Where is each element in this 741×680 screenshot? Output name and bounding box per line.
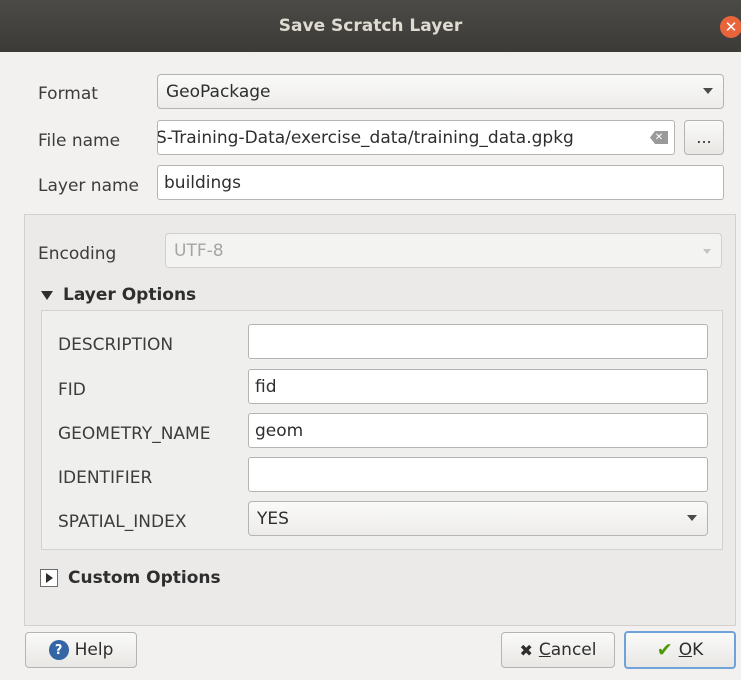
- browse-label: ...: [696, 128, 712, 147]
- geometry-name-input[interactable]: geom: [248, 413, 708, 448]
- ok-button[interactable]: ✔ OK: [624, 631, 736, 669]
- help-label: Help: [74, 640, 114, 660]
- encoding-label: Encoding: [38, 244, 117, 264]
- layername-value: buildings: [164, 172, 241, 193]
- help-icon: ?: [48, 640, 69, 660]
- identifier-input[interactable]: [248, 457, 708, 492]
- chevron-down-icon: [703, 88, 713, 94]
- help-button[interactable]: ? Help: [25, 632, 137, 668]
- layer-options-toggle[interactable]: Layer Options: [41, 285, 196, 305]
- clear-text-icon[interactable]: ✕: [650, 131, 668, 144]
- collapsed-arrow-icon: [40, 569, 58, 587]
- option-label-identifier: IDENTIFIER: [58, 468, 153, 488]
- save-scratch-layer-dialog: Format GeoPackage File name S-Training-D…: [0, 52, 741, 680]
- fid-value: fid: [255, 376, 277, 397]
- chevron-down-icon: [687, 515, 697, 521]
- cancel-icon: ✖: [519, 640, 533, 660]
- filename-value: S-Training-Data/exercise_data/training_d…: [157, 127, 574, 148]
- format-value: GeoPackage: [166, 81, 271, 102]
- window-titlebar: Save Scratch Layer ✕: [0, 0, 741, 52]
- chevron-down-icon: [703, 249, 711, 254]
- option-label-fid: FID: [58, 380, 86, 400]
- filename-label: File name: [38, 131, 121, 151]
- cancel-button[interactable]: ✖ Cancel: [501, 632, 615, 668]
- filename-input[interactable]: S-Training-Data/exercise_data/training_d…: [157, 120, 675, 155]
- encoding-value: UTF-8: [174, 240, 224, 261]
- layername-label: Layer name: [38, 176, 140, 196]
- custom-options-title: Custom Options: [68, 568, 221, 588]
- layer-options-box: DESCRIPTION FID fid GEOMETRY_NAME geom I…: [41, 310, 723, 550]
- encoding-combo: UTF-8: [165, 233, 722, 268]
- geometry-name-value: geom: [255, 420, 304, 441]
- spatial-index-combo[interactable]: YES: [248, 501, 708, 536]
- ok-label: OK: [678, 640, 704, 660]
- close-icon: ✕: [724, 18, 738, 36]
- fid-input[interactable]: fid: [248, 369, 708, 404]
- format-label: Format: [38, 84, 98, 104]
- option-label-geometry-name: GEOMETRY_NAME: [58, 424, 211, 444]
- description-input[interactable]: [248, 324, 708, 359]
- checkmark-icon: ✔: [656, 639, 673, 661]
- spatial-index-value: YES: [257, 508, 289, 529]
- cancel-label: Cancel: [538, 640, 597, 660]
- browse-button[interactable]: ...: [684, 120, 724, 155]
- option-label-spatial-index: SPATIAL_INDEX: [58, 512, 187, 532]
- layername-input[interactable]: buildings: [157, 165, 724, 200]
- format-combo[interactable]: GeoPackage: [157, 74, 724, 109]
- options-panel: Encoding UTF-8 Layer Options DESCRIPTION…: [24, 214, 736, 626]
- window-title: Save Scratch Layer: [278, 16, 463, 36]
- expanded-arrow-icon: [41, 290, 53, 300]
- option-label-description: DESCRIPTION: [58, 335, 174, 355]
- close-button[interactable]: ✕: [720, 16, 741, 38]
- custom-options-toggle[interactable]: Custom Options: [40, 568, 221, 588]
- layer-options-title: Layer Options: [63, 285, 197, 305]
